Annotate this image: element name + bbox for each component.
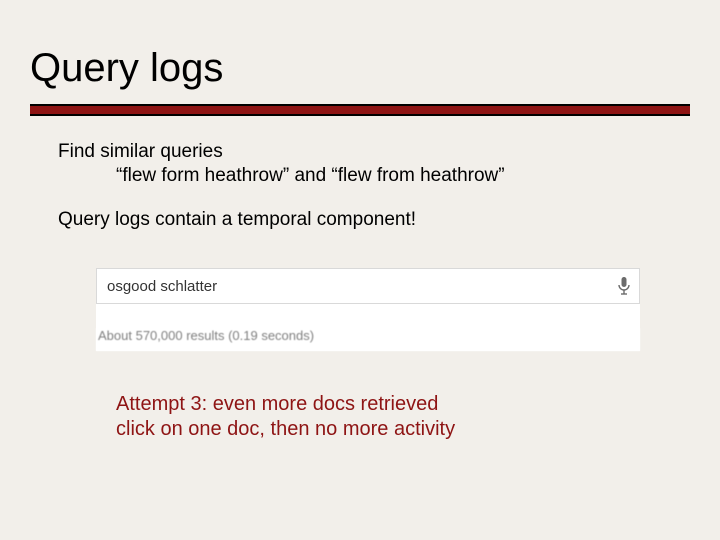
body-line-3: Query logs contain a temporal component! [58, 208, 658, 232]
spacer [96, 304, 640, 328]
search-box: osgood schlatter [96, 268, 640, 304]
attempt-note: Attempt 3: even more docs retrieved clic… [116, 392, 616, 442]
microphone-icon [617, 276, 631, 296]
attempt-line-1: Attempt 3: even more docs retrieved [116, 392, 616, 417]
search-screenshot: osgood schlatter About 570,000 results (… [96, 268, 640, 351]
body-line-1: Find similar queries [58, 140, 658, 164]
result-stats: About 570,000 results (0.19 seconds) [96, 328, 640, 351]
slide-title: Query logs [30, 46, 223, 91]
spacer [58, 188, 658, 208]
attempt-line-2: click on one doc, then no more activity [116, 417, 616, 442]
slide: Query logs Find similar queries “flew fo… [0, 0, 720, 540]
title-underline [30, 104, 690, 116]
body-line-2: “flew form heathrow” and “flew from heat… [58, 164, 658, 188]
search-query-text: osgood schlatter [107, 278, 617, 295]
body-text: Find similar queries “flew form heathrow… [58, 140, 658, 231]
